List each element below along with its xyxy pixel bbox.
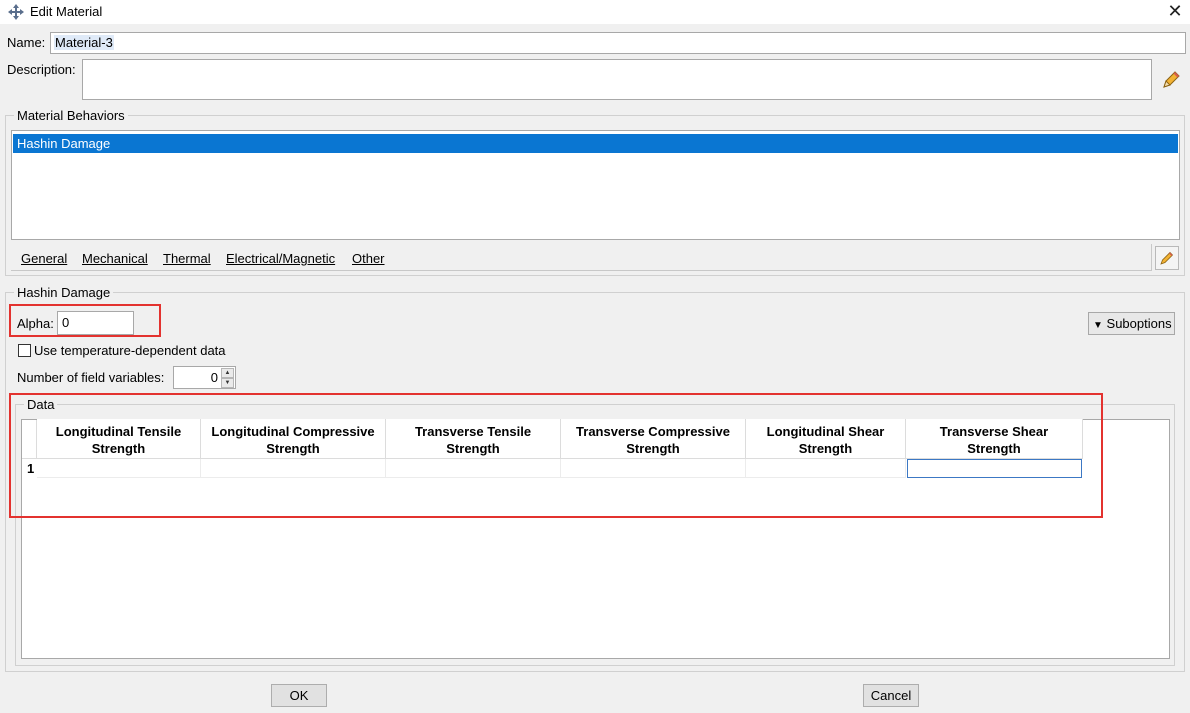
menu-electrical-magnetic[interactable]: Electrical/Magnetic [226,251,335,266]
alpha-label: Alpha: [17,316,54,331]
field-variables-spinner[interactable]: 0 ▲ ▼ [173,366,236,389]
field-variables-label: Number of field variables: [17,370,165,385]
edit-behavior-button[interactable] [1155,246,1179,270]
menu-thermal[interactable]: Thermal [163,251,211,266]
window-title: Edit Material [30,4,103,19]
title-bar [0,0,1190,24]
behaviors-list[interactable]: Hashin Damage [11,130,1180,240]
ok-button[interactable]: OK [271,684,327,707]
spin-down-icon[interactable]: ▼ [221,378,234,388]
description-input[interactable] [82,59,1152,100]
name-value: Material-3 [54,35,114,50]
temperature-dependent-label: Use temperature-dependent data [34,343,226,358]
behavior-menu-bar: General Mechanical Thermal Electrical/Ma… [11,244,1152,271]
material-behaviors-title: Material Behaviors [14,108,128,123]
suboptions-button[interactable]: ▼ Suboptions [1088,312,1175,335]
data-highlight-box [9,393,1103,518]
behavior-item-hashin-damage[interactable]: Hashin Damage [13,134,1178,153]
menu-other[interactable]: Other [352,251,385,266]
menu-general[interactable]: General [21,251,67,266]
close-icon[interactable]: ✕ [1166,1,1184,21]
hashin-damage-title: Hashin Damage [14,285,114,300]
suboptions-label: Suboptions [1106,316,1172,331]
dropdown-arrow-icon: ▼ [1093,320,1103,331]
field-variables-value: 0 [210,370,218,385]
name-label: Name: [7,35,46,50]
abaqus-cross-icon [8,4,24,20]
temperature-dependent-checkbox[interactable] [18,344,31,357]
pencil-icon[interactable] [1160,69,1182,91]
description-label: Description: [7,62,76,77]
edit-pencil-icon [1160,251,1174,265]
spin-up-icon[interactable]: ▲ [221,368,234,378]
name-input[interactable]: Material-3 [50,32,1186,54]
menu-mechanical[interactable]: Mechanical [82,251,148,266]
cancel-button[interactable]: Cancel [863,684,919,707]
alpha-input[interactable]: 0 [57,311,134,335]
